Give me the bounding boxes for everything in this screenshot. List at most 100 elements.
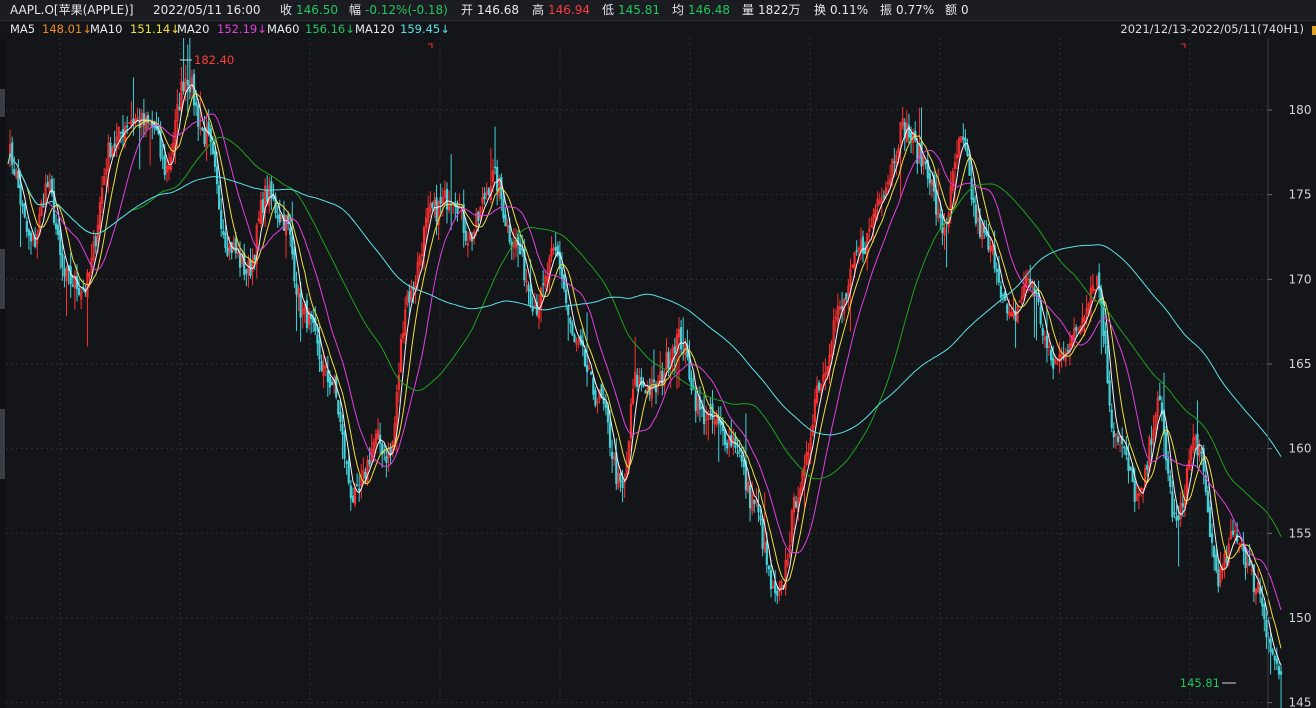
candle-body	[318, 340, 321, 360]
candle-body	[1106, 345, 1109, 383]
candle-body	[978, 215, 982, 237]
candle-body	[1171, 491, 1174, 518]
candle-body	[195, 102, 198, 106]
candle-body	[725, 442, 729, 449]
candle-body	[213, 151, 217, 167]
candle-body	[345, 462, 348, 464]
candle-body	[636, 375, 639, 387]
ma10-label[interactable]: MA10	[90, 22, 122, 36]
candle-body	[25, 220, 28, 232]
candle-body	[11, 142, 14, 165]
candle-body	[769, 569, 773, 590]
candle-body	[941, 214, 944, 234]
candle-body	[1001, 294, 1005, 297]
candle-body	[738, 449, 741, 453]
candle-body	[680, 327, 683, 350]
candle-body	[916, 143, 919, 164]
candle-body	[529, 288, 532, 306]
candle-body	[57, 224, 60, 235]
y-tick-label: 150	[1289, 611, 1312, 625]
candle-body	[431, 202, 434, 208]
candle-body	[840, 306, 844, 309]
candle-body	[299, 293, 302, 318]
volume-value: 1822万	[758, 3, 801, 17]
candle-body	[692, 385, 695, 388]
candle-body	[1041, 328, 1044, 336]
candle-body	[182, 81, 185, 91]
y-tick-label: 180	[1289, 103, 1312, 117]
candle-body	[962, 136, 965, 140]
candle-body	[1066, 349, 1069, 352]
candle-body	[1217, 569, 1220, 587]
amount-label: 额	[945, 3, 958, 17]
low-label: 低	[602, 3, 615, 17]
ma5-label[interactable]: MA5	[10, 22, 35, 36]
candle-body	[1200, 451, 1203, 454]
candle-body	[997, 268, 1000, 283]
candle-body	[1129, 466, 1132, 471]
candle-body	[435, 197, 438, 222]
candle-body	[464, 230, 467, 241]
candle-body	[218, 185, 221, 210]
candle-body	[1263, 603, 1266, 620]
candlestick-chart[interactable]: 145 150 155 160 165 170 175 180 182.40 145.81	[0, 38, 1316, 708]
candle-body	[909, 132, 913, 140]
candle-body	[355, 484, 359, 487]
candle-body	[1169, 475, 1172, 488]
candle-body	[590, 371, 593, 375]
candle-body	[320, 360, 323, 371]
candle-body	[565, 289, 568, 304]
candle-body	[483, 193, 486, 200]
ma20-label[interactable]: MA20	[177, 22, 209, 36]
candle-body	[592, 377, 595, 395]
ma120-label[interactable]: MA120	[355, 22, 395, 36]
candle-body	[197, 104, 200, 127]
candle-body	[1045, 335, 1049, 349]
candle-body	[1175, 516, 1178, 521]
candle-body	[1275, 658, 1278, 664]
candle-body	[939, 213, 942, 219]
date-range-label: 2021/12/13-2022/05/11(740H1)	[1120, 22, 1304, 36]
candle-body	[571, 323, 574, 336]
ma60-label[interactable]: MA60	[267, 22, 299, 36]
candle-body	[935, 189, 938, 215]
candle-body	[1075, 327, 1078, 331]
candle-body	[276, 215, 279, 219]
candle-body	[234, 238, 237, 254]
candle-body	[504, 214, 507, 227]
candle-body	[1196, 433, 1199, 456]
candle-body	[1158, 395, 1161, 401]
avg-value: 146.48	[688, 3, 730, 17]
symbol-label[interactable]: AAPL.O[苹果(APPLE)]	[10, 2, 134, 18]
candle-body	[383, 451, 386, 454]
candle-body	[999, 285, 1003, 298]
candle-body	[261, 199, 265, 213]
panel-corner-handle[interactable]	[1312, 26, 1316, 35]
candle-body	[542, 283, 545, 285]
candle-body	[1150, 439, 1153, 445]
candle-body	[594, 390, 597, 406]
candle-body	[1123, 446, 1126, 449]
candle-body	[761, 518, 764, 549]
candle-body	[477, 211, 480, 221]
candle-body	[1277, 666, 1281, 675]
candle-body	[23, 202, 26, 218]
candle-body	[295, 283, 298, 295]
candle-body	[694, 388, 697, 411]
candle-body	[585, 365, 589, 373]
candle-body	[1181, 503, 1184, 507]
candle-body	[27, 229, 31, 236]
candle-body	[94, 236, 97, 247]
ma20-value: 152.19↓	[217, 22, 267, 36]
candle-body	[408, 291, 411, 303]
y-tick-label: 170	[1289, 272, 1312, 286]
candle-body	[293, 248, 296, 282]
candle-body	[817, 382, 821, 391]
candle-body	[21, 204, 24, 207]
candle-body	[456, 203, 459, 214]
candle-body	[289, 228, 292, 235]
candle-body	[349, 485, 352, 499]
candle-body	[855, 250, 858, 252]
candle-body	[328, 376, 332, 388]
max-price-label: 182.40	[194, 53, 234, 67]
